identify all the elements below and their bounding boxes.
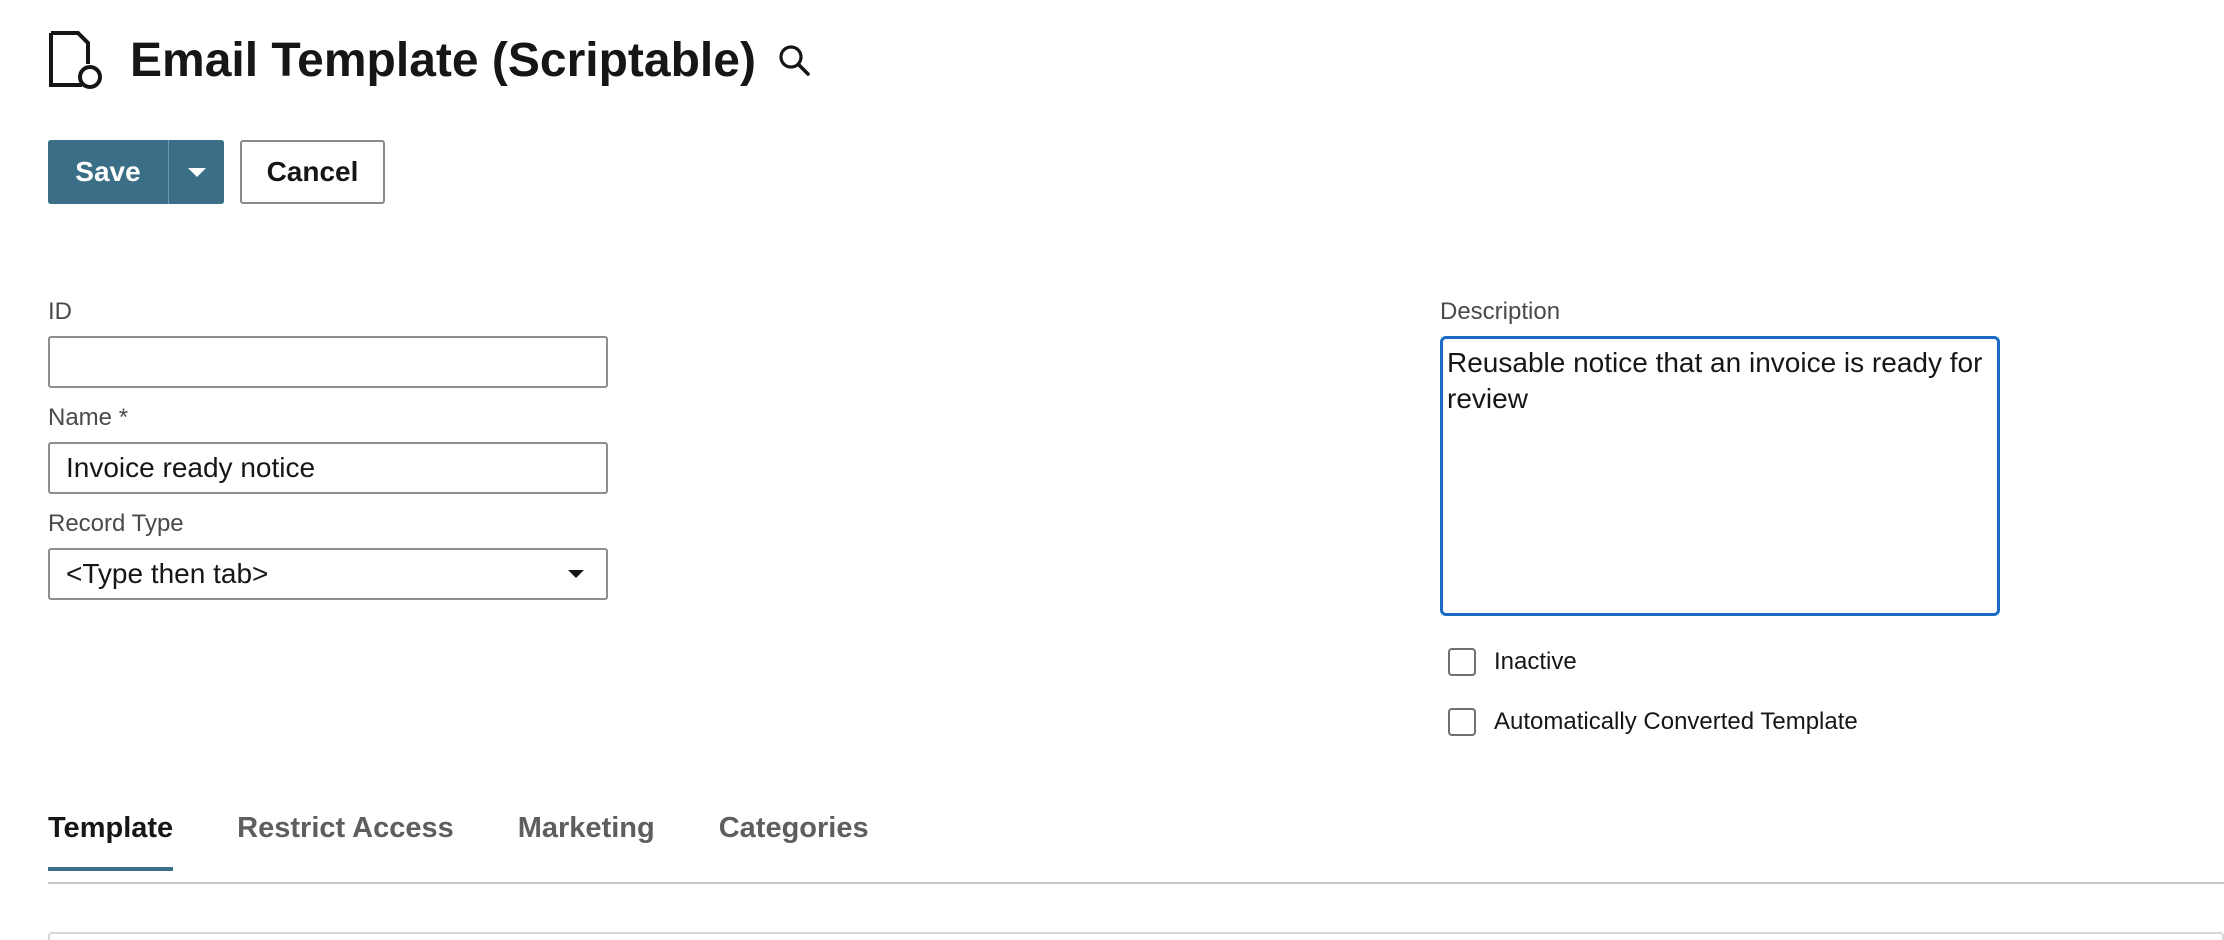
inactive-label: Inactive — [1494, 648, 1577, 675]
tab-template[interactable]: Template — [48, 812, 174, 871]
tabs-divider — [48, 882, 2224, 884]
auto-converted-checkbox[interactable] — [1448, 708, 1476, 736]
inactive-checkbox-row[interactable]: Inactive — [1448, 648, 1577, 676]
record-type-value: <Type then tab> — [66, 558, 269, 589]
save-button-group: Save — [48, 140, 224, 204]
chevron-down-icon — [187, 167, 206, 177]
tab-marketing[interactable]: Marketing — [518, 812, 655, 867]
save-options-dropdown-button[interactable] — [169, 140, 224, 204]
auto-converted-label: Automatically Converted Template — [1494, 708, 1858, 735]
tab-categories[interactable]: Categories — [719, 812, 869, 867]
description-label: Description — [1440, 298, 1561, 325]
tab-content-panel — [48, 932, 2224, 940]
name-field[interactable]: Invoice ready notice — [48, 442, 608, 494]
auto-converted-checkbox-row[interactable]: Automatically Converted Template — [1448, 708, 1858, 736]
document-icon — [49, 31, 102, 89]
cancel-button[interactable]: Cancel — [240, 140, 385, 204]
id-label: ID — [48, 298, 72, 325]
record-type-select[interactable]: <Type then tab> — [48, 548, 608, 600]
subtab-bar: Template Restrict Access Marketing Categ… — [48, 812, 933, 871]
name-label: Name * — [48, 404, 129, 431]
page: Email Template (Scriptable) Save Cancel … — [0, 0, 2224, 940]
chevron-down-icon — [568, 570, 584, 578]
save-button[interactable]: Save — [48, 140, 168, 204]
inactive-checkbox[interactable] — [1448, 648, 1476, 676]
action-bar: Save Cancel — [48, 140, 385, 204]
page-header: Email Template (Scriptable) — [48, 30, 812, 90]
search-icon[interactable] — [776, 42, 812, 78]
description-textarea[interactable]: Reusable notice that an invoice is ready… — [1440, 336, 2000, 616]
record-type-label: Record Type — [48, 510, 184, 537]
id-field[interactable] — [48, 336, 608, 388]
tab-restrict-access[interactable]: Restrict Access — [237, 812, 454, 867]
page-title: Email Template (Scriptable) — [130, 33, 756, 87]
